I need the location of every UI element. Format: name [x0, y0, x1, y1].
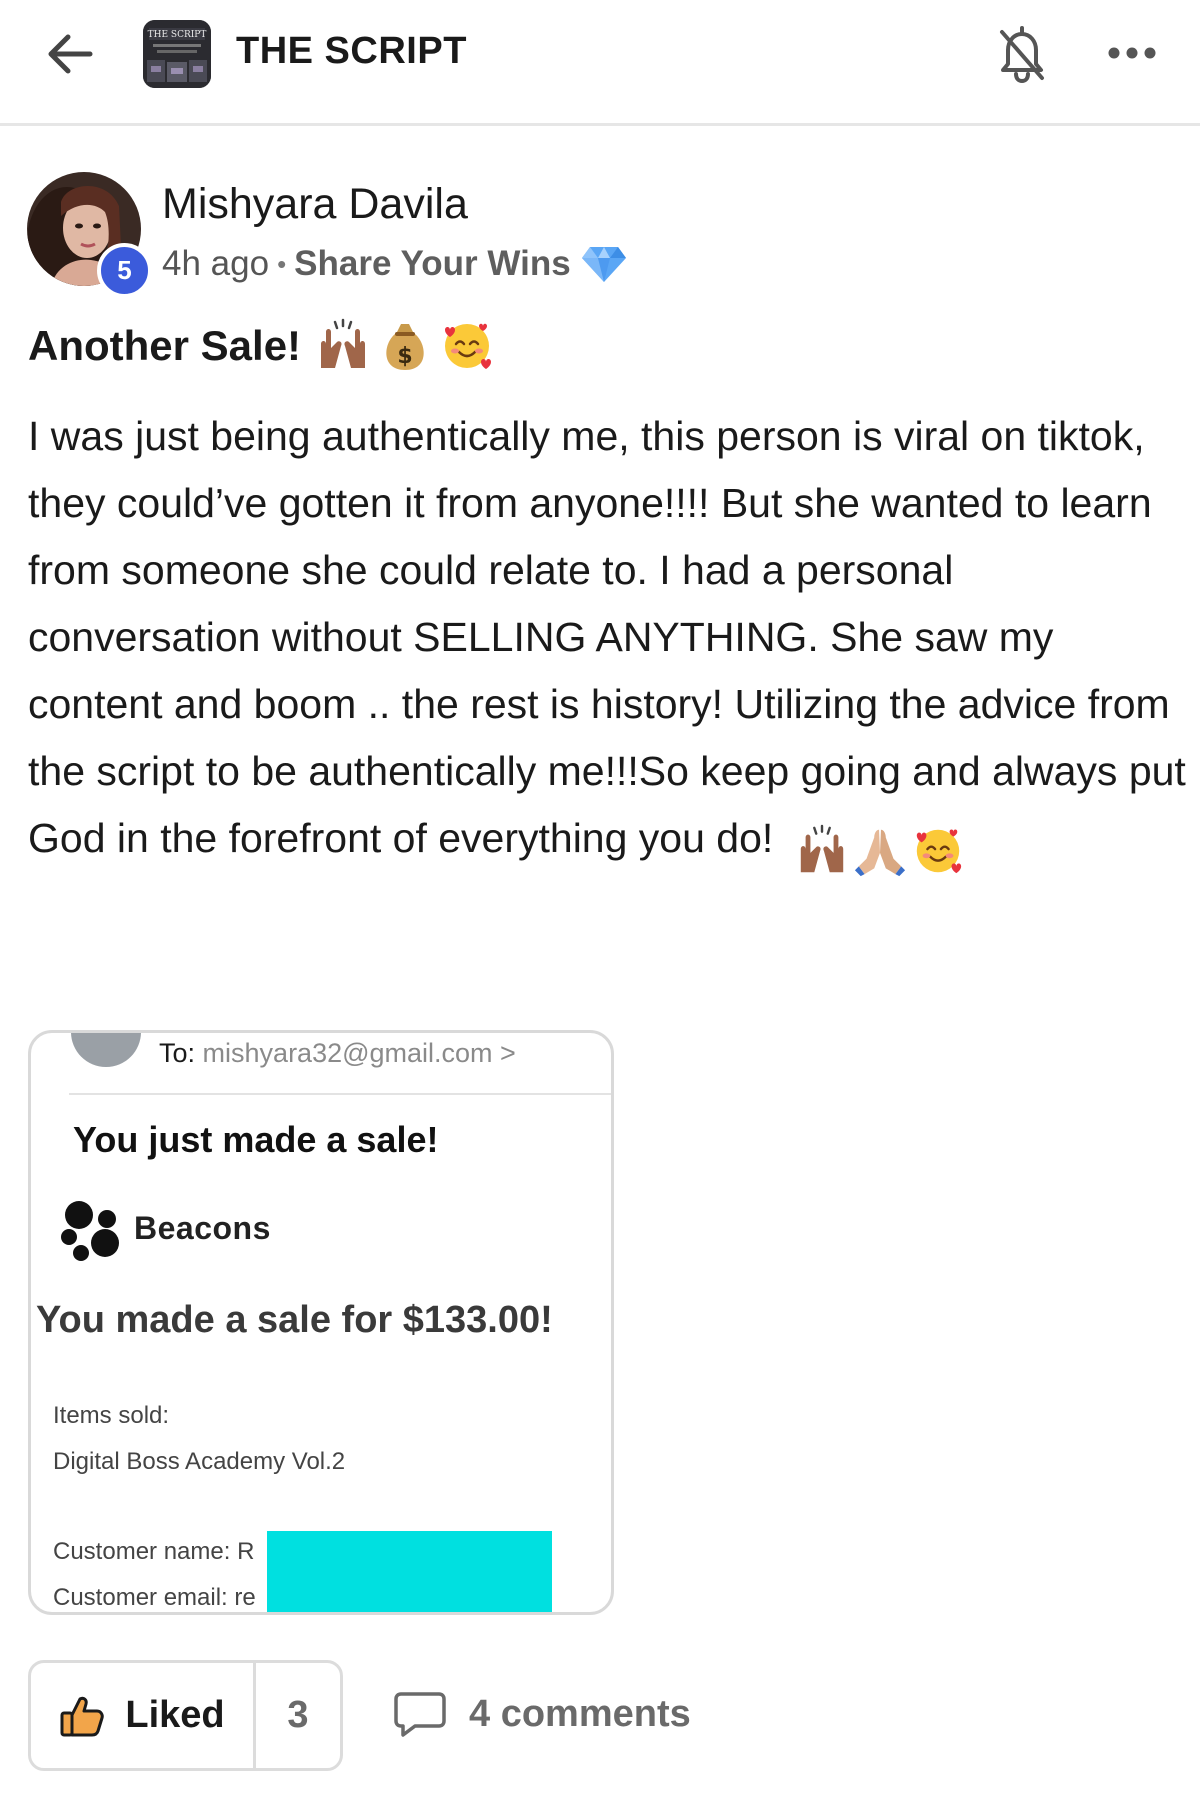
group-title: THE SCRIPT: [236, 30, 467, 72]
smiling-face-with-hearts-emoji-icon: [916, 829, 961, 874]
email-headline: You just made a sale!: [73, 1119, 439, 1160]
post-timestamp[interactable]: 4h ago: [162, 244, 269, 284]
level-badge: 5: [97, 243, 152, 298]
raising-hands-emoji-icon: [321, 318, 366, 368]
gem-icon: [581, 247, 626, 282]
comments-label: 4 comments: [469, 1692, 691, 1735]
email-to-label: To:: [159, 1038, 196, 1068]
post-body-text: I was just being authentically me, this …: [28, 413, 1186, 861]
email-to-address: mishyara32@gmail.com >: [202, 1038, 516, 1068]
items-sold-value: Digital Boss Academy Vol.2: [53, 1448, 346, 1475]
comment-icon: [394, 1692, 446, 1737]
back-button[interactable]: [40, 24, 100, 84]
customer-name: Customer name: R: [53, 1538, 255, 1565]
thumbs-up-icon: [60, 1696, 105, 1736]
arrow-left-icon: [48, 34, 93, 74]
raising-hands-emoji-icon: [800, 824, 843, 873]
money-bag-emoji-icon: $: [386, 324, 424, 370]
group-logo-image: THE SCRIPT: [143, 20, 211, 88]
brand-name: Beacons: [134, 1210, 271, 1246]
like-control: Liked 3: [28, 1660, 343, 1771]
smiling-face-with-hearts-emoji-icon: [445, 323, 492, 369]
like-label: Liked: [125, 1694, 225, 1736]
app-header: THE SCRIPT THE SCRIPT: [0, 0, 1200, 126]
redaction-block: [267, 1531, 552, 1612]
sender-avatar: [71, 1033, 141, 1067]
post-title-row: Another Sale! $: [28, 318, 495, 374]
more-options-button[interactable]: [1104, 38, 1160, 68]
post-meta: 4h ago • Share Your Wins: [162, 244, 627, 284]
svg-text:$: $: [397, 344, 412, 369]
meta-separator: •: [277, 248, 287, 279]
author-name[interactable]: Mishyara Davila: [162, 180, 468, 229]
like-count[interactable]: 3: [256, 1663, 340, 1768]
attached-screenshot[interactable]: To: mishyara32@gmail.com > You just made…: [28, 1030, 614, 1615]
email-divider: [69, 1093, 611, 1095]
comments-button[interactable]: 4 comments: [393, 1690, 691, 1738]
folded-hands-emoji-icon: [854, 829, 905, 877]
logo-text: THE SCRIPT: [148, 30, 207, 40]
customer-email: Customer email: re: [53, 1584, 256, 1611]
more-horizontal-icon: [1108, 47, 1156, 59]
notifications-button[interactable]: [994, 22, 1050, 86]
sale-amount-text: You made a sale for $133.00!: [36, 1299, 553, 1341]
email-recipient: To: mishyara32@gmail.com >: [159, 1038, 516, 1069]
bell-off-icon: [1000, 26, 1044, 84]
like-button[interactable]: Liked: [31, 1663, 256, 1768]
post-title: Another Sale!: [28, 322, 302, 369]
group-logo[interactable]: THE SCRIPT: [143, 20, 211, 88]
post-body: I was just being authentically me, this …: [28, 403, 1188, 877]
beacons-logo-icon: [61, 1201, 119, 1261]
items-sold-label: Items sold:: [53, 1402, 170, 1429]
post-category[interactable]: Share Your Wins: [294, 244, 571, 284]
